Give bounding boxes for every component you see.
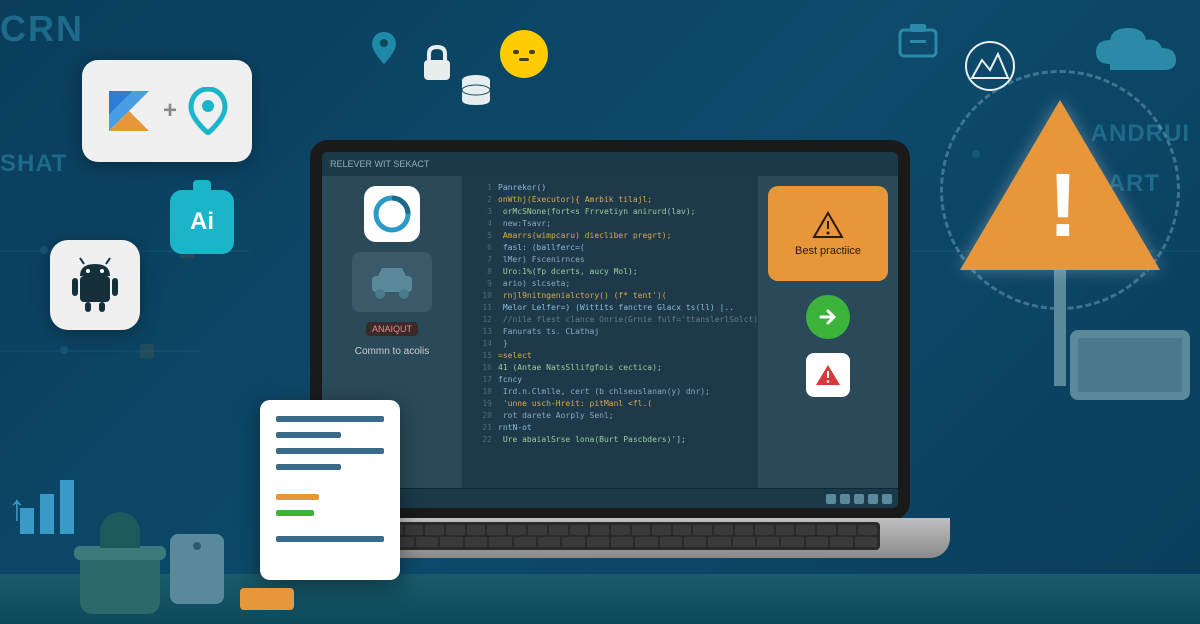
warning-triangle-icon xyxy=(812,211,844,239)
eraser-icon xyxy=(240,588,294,610)
sign-board xyxy=(1070,330,1190,400)
battery-icon xyxy=(896,20,940,60)
cloud-icon xyxy=(1090,20,1180,76)
tray-icon[interactable] xyxy=(826,494,836,504)
best-practice-label: Best practiice xyxy=(795,245,861,257)
database-icon xyxy=(460,74,492,108)
best-practice-card[interactable]: Best practiice xyxy=(768,186,888,281)
doc-line-accent xyxy=(276,510,314,516)
plant-pot-icon xyxy=(80,554,160,614)
lock-icon xyxy=(420,44,454,82)
doc-line-accent xyxy=(276,494,319,500)
sidebar-label: Commn to acolis xyxy=(355,346,429,357)
tray-icon[interactable] xyxy=(868,494,878,504)
tray-icon[interactable] xyxy=(840,494,850,504)
ide-right-panel: Best practiice xyxy=(758,176,898,488)
app-logo xyxy=(364,186,420,242)
android-bug-card xyxy=(50,240,140,330)
code-editor[interactable]: 1Panrekor() 2onWthj(Executor){ Amrbik ti… xyxy=(462,176,758,488)
taskbar xyxy=(322,488,898,508)
window-title: RELEVER WIT SEKACT xyxy=(330,159,429,169)
map-pin-icon xyxy=(370,30,398,66)
tray-icon[interactable] xyxy=(854,494,864,504)
plus-icon: + xyxy=(163,97,177,125)
android-icon xyxy=(66,256,124,314)
left-bg-text-1: SHAT xyxy=(0,150,68,178)
bar-chart-icon xyxy=(20,480,74,534)
location-pin-icon xyxy=(187,87,229,135)
corner-brand-text: CRN xyxy=(0,8,84,50)
sidebar-tag: ANAIQUT xyxy=(366,322,418,336)
ai-label: Ai xyxy=(190,208,214,236)
proceed-button[interactable] xyxy=(806,295,850,339)
document-card xyxy=(260,400,400,580)
laptop-keyboard xyxy=(340,522,880,550)
window-titlebar: RELEVER WIT SEKACT xyxy=(322,152,898,176)
error-triangle-icon xyxy=(814,363,842,387)
kotlin-location-card: + xyxy=(82,60,252,162)
warning-triangle-icon xyxy=(960,100,1160,270)
laptop-screen: RELEVER WIT SEKACT ANAIQUT Commn to acol… xyxy=(310,140,910,520)
price-tag-icon xyxy=(170,534,224,604)
kotlin-icon xyxy=(105,87,153,135)
sign-post xyxy=(1054,266,1066,386)
warning-sign xyxy=(960,100,1160,300)
doc-line xyxy=(276,448,384,454)
doc-line xyxy=(276,416,384,422)
doc-line xyxy=(276,536,384,542)
arrow-right-icon xyxy=(817,306,839,328)
robot-emoji-icon xyxy=(500,30,548,78)
ai-chip-icon: Ai xyxy=(170,190,234,254)
tray-icon[interactable] xyxy=(882,494,892,504)
car-preview-icon xyxy=(352,252,432,312)
doc-line xyxy=(276,432,341,438)
doc-line xyxy=(276,464,341,470)
error-indicator[interactable] xyxy=(806,353,850,397)
